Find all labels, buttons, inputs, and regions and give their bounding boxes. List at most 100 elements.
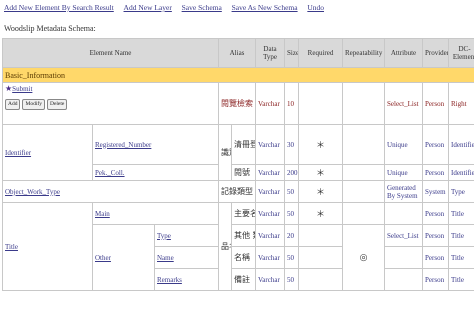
- save-as-link[interactable]: Save As New Schema: [232, 3, 298, 12]
- title-main-link[interactable]: Main: [95, 210, 110, 218]
- col-dc-element: DC-Element: [448, 38, 474, 68]
- registered-number-link[interactable]: Registered_Number: [95, 141, 151, 149]
- submit-provider: Person: [422, 82, 450, 125]
- other-type-attribute: Select_List: [384, 224, 424, 247]
- pek-coll-required: ＊: [298, 164, 344, 181]
- title-main-alias: 主要名稱: [231, 202, 257, 225]
- object-work-type-required: ＊: [298, 180, 344, 203]
- col-element-name: Element Name: [1, 38, 220, 68]
- other-name-dc: Title: [448, 246, 474, 269]
- other-remarks-dc: Title: [448, 268, 474, 291]
- other-remarks-alias: 備註: [231, 268, 257, 291]
- identifier-link[interactable]: Identifier: [5, 149, 31, 157]
- col-data-type: Data Type: [255, 38, 286, 68]
- pek-coll-alias: 閱號: [231, 164, 257, 181]
- submit-cell: ★Submit Add Modify Delete: [1, 82, 220, 125]
- other-remarks-link[interactable]: Remarks: [157, 276, 182, 284]
- other-type-provider: Person: [422, 224, 450, 247]
- col-required: Required: [298, 38, 344, 68]
- registered-number-cell: Registered_Number: [91, 124, 220, 165]
- title-main-type: Varchar: [255, 202, 286, 225]
- other-name-link[interactable]: Name: [157, 254, 174, 262]
- table-row-registered-number: Identifier Registered_Number 識別資料 清冊登錄號 …: [2, 124, 474, 181]
- add-by-search-link[interactable]: Add New Element By Search Result: [4, 3, 114, 12]
- submit-size: 10: [284, 82, 300, 125]
- other-remarks-provider: Person: [422, 268, 450, 291]
- object-work-type-cell: Object_Work_Type: [1, 180, 220, 203]
- object-work-type-attribute: Generated By System: [384, 180, 424, 203]
- other-repeatability: ◎: [342, 224, 386, 291]
- other-link[interactable]: Other: [95, 254, 111, 262]
- col-repeatability: Repeatability: [342, 38, 386, 68]
- col-alias: Alias: [218, 38, 257, 68]
- title-main-size: 50: [284, 202, 300, 225]
- other-cell: Other: [92, 224, 155, 291]
- other-type-link[interactable]: Type: [157, 232, 171, 240]
- registered-number-dc: Identifier: [448, 124, 474, 165]
- object-work-type-dc: Type: [448, 180, 474, 203]
- other-name-size: 50: [284, 246, 300, 269]
- toolbar: Add New Element By Search Result Add New…: [4, 3, 332, 12]
- registered-number-type: Varchar: [255, 124, 286, 165]
- title-group-alias: 品名: [218, 202, 233, 291]
- submit-type: Varchar: [255, 82, 286, 125]
- other-remarks-type: Varchar: [255, 268, 286, 291]
- pek-coll-cell: Pek._Coll.: [91, 164, 220, 181]
- submit-attribute: Select_List: [384, 82, 424, 125]
- header-row: Element Name Alias Data Type Size Requir…: [1, 38, 474, 68]
- identifier-group-alias: 識別資料: [218, 124, 233, 181]
- registered-number-required: ＊: [298, 124, 344, 165]
- pek-coll-type: Varchar: [255, 164, 286, 181]
- identifier-cell: Identifier: [2, 124, 93, 181]
- submit-link[interactable]: Submit: [12, 85, 32, 93]
- undo-link[interactable]: Undo: [307, 3, 324, 12]
- modify-button[interactable]: Modify: [22, 99, 45, 110]
- other-type-cell: Type: [153, 224, 220, 247]
- registered-number-provider: Person: [422, 124, 450, 165]
- object-work-type-alias: 記錄類型: [218, 180, 257, 203]
- other-remarks-size: 50: [284, 268, 300, 291]
- object-work-type-type: Varchar: [255, 180, 286, 203]
- schema-title: Woodslip Metadata Schema:: [4, 24, 96, 33]
- pek-coll-provider: Person: [422, 164, 450, 181]
- registered-number-alias: 清冊登錄號: [231, 124, 257, 165]
- pek-coll-attribute: Unique: [384, 164, 424, 181]
- object-work-type-link[interactable]: Object_Work_Type: [5, 188, 60, 196]
- other-remarks-cell: Remarks: [153, 268, 220, 291]
- delete-button[interactable]: Delete: [46, 99, 68, 110]
- table-row-object-work-type: Object_Work_Type 記錄類型 Varchar 50 ＊ Gener…: [1, 180, 474, 203]
- col-attribute: Attribute: [384, 38, 424, 68]
- other-name-alias: 名稱: [231, 246, 257, 269]
- registered-number-attribute: Unique: [384, 124, 424, 165]
- other-name-type: Varchar: [255, 246, 286, 269]
- other-type-size: 20: [284, 224, 300, 247]
- title-cell: Title: [2, 202, 93, 291]
- title-main-dc: Title: [448, 202, 474, 225]
- pek-coll-dc: Identifier: [448, 164, 474, 181]
- title-main-required: ＊: [298, 202, 344, 225]
- section-row: Basic_Information: [1, 67, 474, 83]
- other-type-dc: Title: [448, 224, 474, 247]
- other-name-provider: Person: [422, 246, 450, 269]
- other-group-alias: 其他: [234, 231, 251, 240]
- table-row-title-main: Title Main 品名 主要名稱 Varchar 50 ＊ Person T…: [2, 202, 474, 291]
- submit-dc: Right: [448, 82, 474, 125]
- other-name-cell: Name: [153, 246, 220, 269]
- title-main-cell: Main: [91, 202, 220, 225]
- pek-coll-link[interactable]: Pek._Coll.: [95, 169, 125, 177]
- save-schema-link[interactable]: Save Schema: [182, 3, 222, 12]
- submit-alias: 閱覽檢索: [218, 82, 257, 125]
- schema-table: Element Name Alias Data Type Size Requir…: [1, 38, 474, 291]
- object-work-type-provider: System: [422, 180, 450, 203]
- registered-number-size: 30: [284, 124, 300, 165]
- title-main-provider: Person: [422, 202, 450, 225]
- other-type-type: Varchar: [255, 224, 286, 247]
- col-size: Size: [284, 38, 300, 68]
- object-work-type-size: 50: [284, 180, 300, 203]
- pek-coll-size: 200: [284, 164, 300, 181]
- add-layer-link[interactable]: Add New Layer: [124, 3, 172, 12]
- col-provider: Provider: [422, 38, 450, 68]
- table-row-submit: ★Submit Add Modify Delete 閱覽檢索 Varchar 10 …: [1, 82, 474, 125]
- title-link[interactable]: Title: [5, 243, 18, 251]
- add-button[interactable]: Add: [5, 99, 21, 110]
